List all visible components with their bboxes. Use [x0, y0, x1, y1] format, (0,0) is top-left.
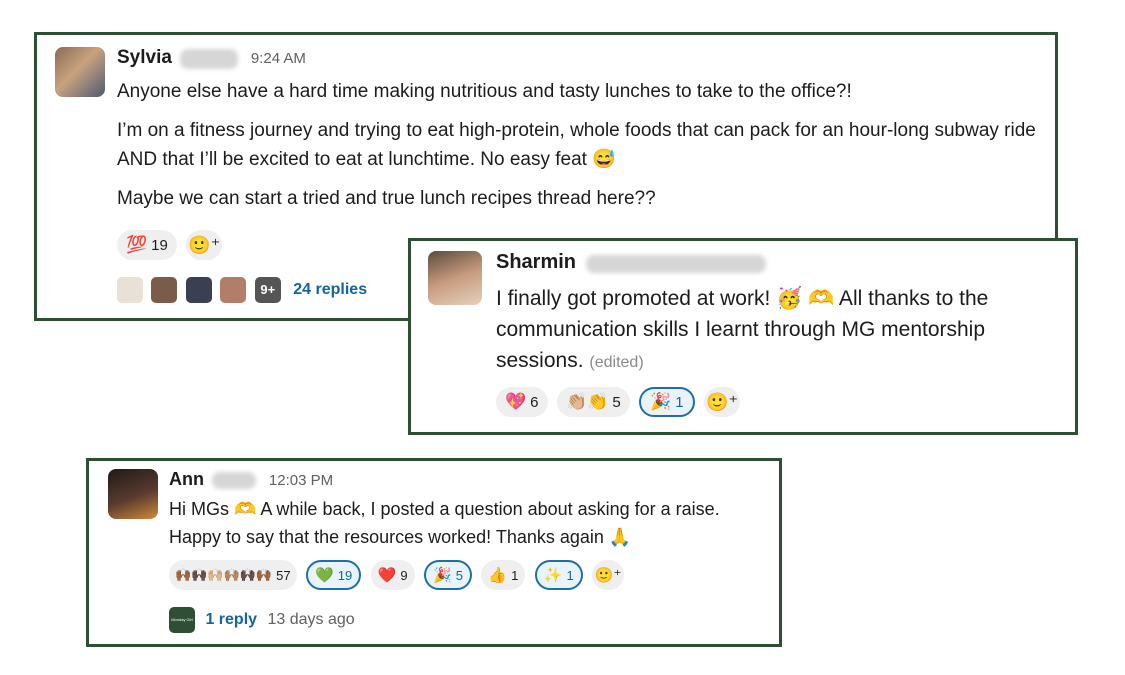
author-name[interactable]: Sylvia	[117, 47, 172, 68]
sparkling-heart-icon: 💖	[505, 392, 527, 411]
reaction-green-heart[interactable]: 💚 19	[306, 560, 362, 590]
timestamp[interactable]: 12:03 PM	[269, 472, 333, 489]
message-body: I finally got promoted at work! 🥳 🫶 All …	[496, 287, 989, 372]
reaction-count: 6	[530, 393, 539, 411]
message-paragraph: Anyone else have a hard time making nutr…	[117, 81, 852, 102]
edited-label: (edited)	[589, 354, 644, 371]
sparkles-icon: ✨	[543, 567, 563, 584]
message-text: I finally got promoted at work! 🥳 🫶 All …	[496, 283, 1066, 378]
reaction-tada[interactable]: 🎉 1	[639, 387, 695, 417]
author-name[interactable]: Sharmin	[496, 251, 576, 273]
add-reaction-icon: 🙂⁺	[706, 391, 739, 412]
author-name[interactable]: Ann	[169, 469, 204, 489]
raised-hands-icon: 🙌🏾🙌🏿🙌🏼🙌🏽🙌🏿🙌🏾	[175, 567, 273, 582]
message-body: Hi MGs 🫶 A while back, I posted a questi…	[169, 499, 720, 547]
thread-replies-link[interactable]: 1 reply	[205, 611, 257, 628]
reaction-count: 1	[511, 567, 519, 583]
redacted-name	[180, 48, 239, 69]
reaction-raised-hands[interactable]: 🙌🏾🙌🏿🙌🏼🙌🏽🙌🏿🙌🏾 57	[169, 560, 297, 590]
reaction-thumbs-up[interactable]: 👍 1	[481, 560, 526, 590]
reaction-heart[interactable]: 💖 6	[496, 387, 548, 417]
participant-avatar	[220, 277, 247, 303]
reaction-count: 1	[675, 393, 684, 411]
participant-avatar	[117, 277, 143, 303]
more-participants: 9+	[254, 277, 281, 303]
reaction-tada[interactable]: 🎉 5	[424, 560, 472, 590]
add-reaction-button[interactable]: 🙂⁺	[186, 230, 223, 260]
reaction-count: 9	[400, 567, 408, 583]
avatar[interactable]	[428, 251, 482, 305]
reaction-red-heart[interactable]: ❤️ 9	[370, 560, 415, 590]
reply-avatar: Monday Girl	[169, 607, 195, 633]
reaction-sparkles[interactable]: ✨ 1	[534, 560, 583, 590]
reaction-hundred[interactable]: 💯 19	[117, 230, 177, 260]
add-reaction-button[interactable]: 🙂⁺	[592, 560, 625, 590]
reaction-count: 19	[151, 236, 168, 254]
reaction-count: 5	[455, 567, 463, 583]
add-reaction-icon: 🙂⁺	[188, 234, 221, 255]
reactions-bar: 🙌🏾🙌🏿🙌🏼🙌🏽🙌🏿🙌🏾 57 💚 19 ❤️ 9 🎉 5 👍 1 ✨ 1 🙂⁺	[169, 560, 625, 590]
timestamp[interactable]: 9:24 AM	[251, 50, 306, 67]
thread-summary[interactable]: 9+ 24 replies	[117, 277, 367, 303]
reaction-count: 19	[337, 567, 353, 583]
message-paragraph: Maybe we can start a tried and true lunc…	[117, 188, 656, 209]
message-card-sharmin: Sharmin I finally got promoted at work! …	[408, 238, 1078, 435]
reaction-count: 5	[612, 393, 621, 411]
message-text: Anyone else have a hard time making nutr…	[117, 77, 1037, 213]
message-paragraph: I’m on a fitness journey and trying to e…	[117, 120, 1036, 170]
red-heart-icon: ❤️	[377, 567, 397, 584]
green-heart-icon: 💚	[315, 567, 334, 584]
participant-avatar	[185, 277, 212, 303]
party-popper-icon: 🎉	[650, 392, 672, 411]
reaction-count: 57	[276, 567, 291, 583]
thread-replies-link[interactable]: 24 replies	[293, 281, 367, 298]
reactions-bar: 💖 6 👏🏼👏 5 🎉 1 🙂⁺	[496, 387, 741, 417]
hundred-icon: 💯	[126, 235, 148, 254]
last-reply-time: 13 days ago	[267, 611, 355, 629]
reaction-count: 1	[566, 567, 574, 583]
thumbs-up-icon: 👍	[488, 567, 508, 584]
add-reaction-icon: 🙂⁺	[594, 567, 622, 584]
message-card-ann: Ann 12:03 PM Hi MGs 🫶 A while back, I po…	[86, 458, 782, 647]
redacted-name	[586, 254, 767, 273]
avatar[interactable]	[55, 47, 105, 97]
avatar[interactable]	[108, 469, 158, 519]
reactions-bar: 💯 19 🙂⁺	[117, 230, 223, 260]
participant-avatar	[151, 277, 178, 303]
clap-icon: 👏🏼👏	[565, 392, 609, 411]
reaction-clap[interactable]: 👏🏼👏 5	[556, 387, 630, 417]
party-popper-icon: 🎉	[433, 567, 452, 584]
thread-summary[interactable]: Monday Girl 1 reply 13 days ago	[169, 607, 355, 633]
add-reaction-button[interactable]: 🙂⁺	[704, 387, 741, 417]
redacted-name	[212, 472, 257, 490]
